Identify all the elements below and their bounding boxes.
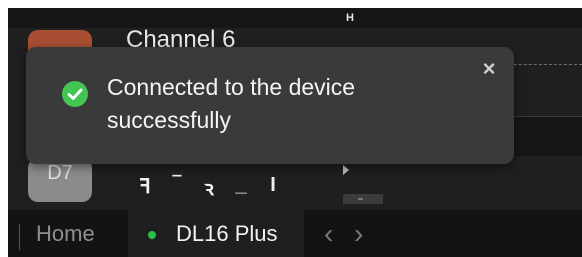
low-shelf-icon[interactable]: ‾ bbox=[168, 174, 186, 201]
top-strip bbox=[8, 8, 582, 28]
mini-meter bbox=[343, 194, 383, 204]
chevron-left-icon[interactable]: ‹ bbox=[324, 210, 333, 257]
tab-separator bbox=[19, 224, 20, 250]
tab-home[interactable]: Home bbox=[36, 210, 95, 257]
channel-chip-d7[interactable]: D7 bbox=[28, 158, 92, 202]
high-cut-filter-icon[interactable]: ꝛ bbox=[200, 174, 218, 201]
channel-chip-label: D7 bbox=[47, 162, 73, 184]
peak-filter-icon[interactable]: I bbox=[264, 174, 282, 201]
toast-message: Connected to the device successfully bbox=[107, 74, 356, 133]
mini-meter-indicator bbox=[358, 198, 363, 200]
close-icon[interactable]: × bbox=[479, 58, 499, 80]
eq-filter-toolbar: ꟻ ‾ ꝛ _ I bbox=[136, 174, 282, 201]
connection-toast: Connected to the device successfully × bbox=[26, 47, 514, 164]
low-cut-filter-icon[interactable]: ꟻ bbox=[136, 174, 154, 201]
play-marker-icon bbox=[343, 165, 349, 175]
high-shelf-icon[interactable]: _ bbox=[232, 174, 250, 201]
meter-background bbox=[513, 116, 582, 156]
chevron-right-icon[interactable]: › bbox=[354, 210, 363, 257]
divider bbox=[513, 116, 582, 117]
tab-device[interactable]: DL16 Plus bbox=[128, 210, 304, 257]
mixer-app: H Channel 6 D7 ꟻ ‾ ꝛ _ I Connected to th… bbox=[8, 8, 582, 257]
connection-status-dot bbox=[148, 231, 156, 239]
tab-bar: Home DL16 Plus ‹ › bbox=[8, 210, 582, 257]
tab-device-label: DL16 Plus bbox=[176, 221, 278, 246]
h-marker: H bbox=[346, 12, 354, 24]
check-circle-icon bbox=[62, 81, 88, 107]
